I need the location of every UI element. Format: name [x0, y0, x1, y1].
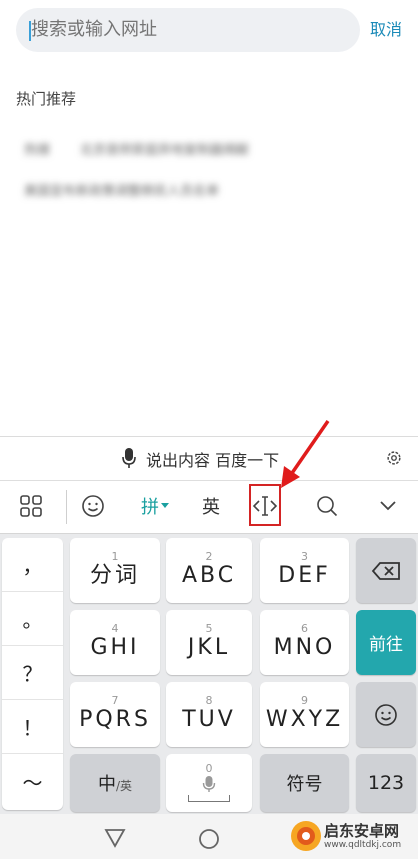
- watermark-title: 启东安卓网: [324, 822, 400, 840]
- key-label: MNO: [273, 634, 336, 660]
- number-button[interactable]: 123: [356, 754, 416, 812]
- chinese-english-switch[interactable]: 中 /英: [70, 754, 160, 812]
- key-label: ABC: [181, 562, 237, 588]
- key-label: DEF: [278, 562, 331, 588]
- key-number: 5: [205, 621, 213, 635]
- key-number: 6: [301, 621, 308, 635]
- chevron-down-icon: [161, 503, 169, 508]
- punctuation-key[interactable]: ！: [2, 700, 63, 754]
- collapse-keyboard-icon[interactable]: [364, 480, 412, 532]
- cancel-button[interactable]: 取消: [370, 8, 402, 52]
- key-label: WXYZ: [265, 706, 344, 732]
- key-label: TUV: [182, 706, 236, 732]
- go-button[interactable]: 前往: [356, 610, 416, 675]
- backspace-icon: [371, 561, 400, 580]
- microphone-icon[interactable]: [121, 447, 137, 469]
- watermark-url: www.qdltdkj.com: [324, 840, 402, 850]
- backspace-button[interactable]: [356, 538, 416, 603]
- english-label: 英: [202, 497, 220, 518]
- punctuation-key[interactable]: ？: [2, 646, 63, 700]
- key-7[interactable]: 7 PQRS: [70, 682, 160, 747]
- voice-prompt[interactable]: 说出内容 百度一下: [146, 447, 279, 471]
- microphone-icon: [202, 775, 216, 792]
- zhong-label: 中: [97, 774, 116, 795]
- symbol-label: 符号: [286, 774, 323, 795]
- emoji-icon: [375, 703, 397, 726]
- number-label: 123: [367, 772, 405, 794]
- key-label: PQRS: [79, 706, 151, 732]
- back-icon[interactable]: [104, 828, 126, 848]
- key-8[interactable]: 8 TUV: [166, 682, 252, 747]
- grid-menu-icon[interactable]: [8, 480, 54, 532]
- home-icon[interactable]: [198, 828, 220, 850]
- hot-section-title: 热门推荐: [16, 90, 77, 108]
- watermark-logo-icon: [291, 821, 321, 851]
- hot-item[interactable]: 北京首例家庭异地复制器捐献: [80, 139, 249, 158]
- key-number: 0: [205, 761, 213, 775]
- key-label: GHI: [90, 634, 140, 660]
- key-number: 2: [205, 549, 213, 563]
- highlight-box: [249, 484, 281, 526]
- key-3[interactable]: 3 DEF: [260, 538, 349, 603]
- toolbar-divider: [66, 490, 67, 524]
- emoji-icon[interactable]: [70, 480, 116, 532]
- key-5[interactable]: 5 JKL: [166, 610, 252, 675]
- english-mode-button[interactable]: 英: [188, 480, 234, 532]
- key-number: 1: [111, 549, 119, 563]
- search-input[interactable]: [31, 8, 331, 52]
- key-number: 8: [205, 693, 213, 707]
- pinyin-label: 拼: [141, 497, 159, 518]
- key-number: 7: [111, 693, 119, 707]
- key-label: 分词: [89, 562, 140, 588]
- space-key[interactable]: 0: [166, 754, 252, 812]
- punctuation-key[interactable]: ～: [2, 754, 63, 808]
- hot-item[interactable]: 热搜: [24, 139, 50, 158]
- punctuation-key[interactable]: ，: [2, 538, 63, 592]
- ying-label: /英: [115, 778, 133, 793]
- key-label: JKL: [187, 634, 231, 660]
- key-number: 3: [301, 549, 308, 563]
- punctuation-key[interactable]: 。: [2, 592, 63, 646]
- key-number: 9: [301, 693, 308, 707]
- key-1[interactable]: 1 分词: [70, 538, 160, 603]
- key-9[interactable]: 9 WXYZ: [260, 682, 349, 747]
- key-number: 4: [111, 621, 119, 635]
- key-4[interactable]: 4 GHI: [70, 610, 160, 675]
- go-label: 前往: [369, 635, 403, 655]
- hot-item[interactable]: 美国宣布新政策调整移民人员名单: [24, 180, 219, 199]
- search-icon[interactable]: [304, 480, 350, 532]
- symbol-button[interactable]: 符号: [260, 754, 349, 812]
- gear-icon[interactable]: [385, 449, 403, 467]
- key-6[interactable]: 6 MNO: [260, 610, 349, 675]
- space-bar-icon: [188, 794, 230, 802]
- emoji-key[interactable]: [356, 682, 416, 747]
- key-2[interactable]: 2 ABC: [166, 538, 252, 603]
- pinyin-mode-button[interactable]: 拼: [130, 480, 180, 532]
